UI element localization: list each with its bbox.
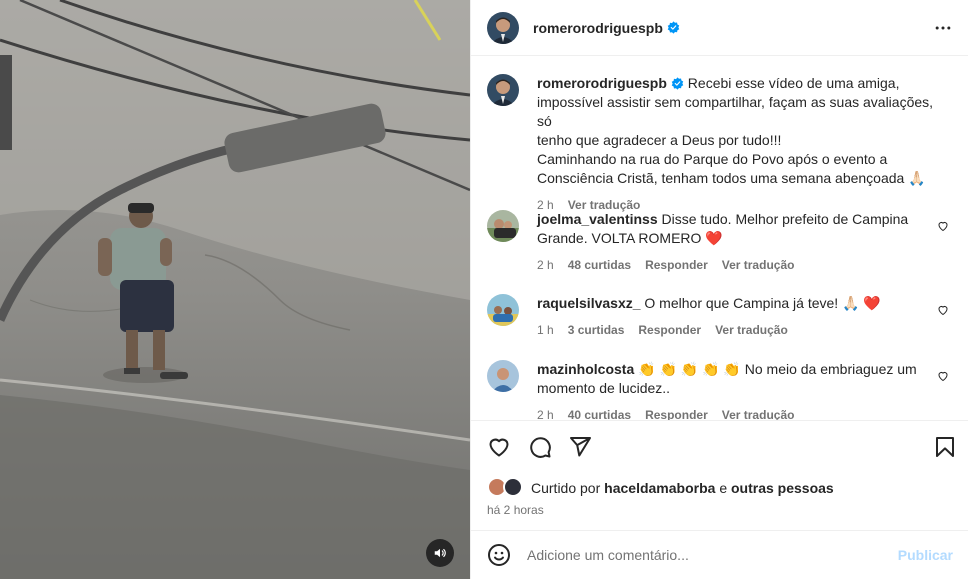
comment-username[interactable]: raquelsilvasxz_ (537, 295, 641, 311)
comments-list[interactable]: romerorodriguespb Recebi esse vídeo de u… (471, 57, 968, 420)
see-translation-link[interactable]: Ver tradução (722, 406, 795, 420)
comment-text: Disse tudo. Melhor prefeito de Campina (661, 211, 909, 227)
liked-by-row: Curtido por haceldamaborba e outras pess… (487, 477, 834, 499)
comment-likes[interactable]: 40 curtidas (568, 406, 631, 420)
reply-link[interactable]: Responder (645, 406, 708, 420)
post-time[interactable]: há 2 horas (487, 503, 544, 517)
comment-time: 1 h (537, 323, 554, 337)
publish-button[interactable]: Publicar (898, 547, 953, 563)
comment-item: joelma_valentinss Disse tudo. Melhor pre… (487, 210, 953, 275)
post-caption: romerorodriguespb Recebi esse vídeo de u… (487, 74, 953, 215)
author-avatar[interactable] (487, 11, 519, 44)
comment-text: Grande. VOLTA ROMERO ❤️ (537, 230, 723, 246)
reply-link[interactable]: Responder (638, 321, 701, 340)
like-heart-icon[interactable] (487, 435, 511, 459)
see-translation-link[interactable]: Ver tradução (715, 321, 788, 340)
save-bookmark-icon[interactable] (933, 435, 957, 459)
verified-badge-icon (671, 77, 684, 90)
comment-time: 2 h (537, 408, 554, 420)
liker-avatar (503, 477, 523, 497)
post-details-panel: romerorodriguespb romerorodriguespb Rece… (470, 0, 968, 579)
commenter-avatar[interactable] (487, 210, 519, 242)
liked-by-avatars[interactable] (487, 477, 525, 499)
comment-item: mazinholcosta 👏 👏 👏 👏 👏 No meio da embri… (487, 360, 953, 420)
post-video[interactable] (0, 0, 470, 579)
caption-text: Consciência Cristã, tenham todos uma sem… (537, 170, 926, 186)
comment-item: raquelsilvasxz_ O melhor que Campina já … (487, 294, 953, 340)
author-avatar[interactable] (487, 74, 519, 106)
comment-text: momento de lucidez.. (537, 380, 671, 396)
liked-by-prefix: Curtido por (531, 480, 601, 496)
caption-text: Recebi esse vídeo de uma amiga, (687, 75, 900, 91)
comment-username[interactable]: joelma_valentinss (537, 211, 658, 227)
emoji-icon[interactable] (487, 543, 511, 567)
comment-icon[interactable] (528, 435, 552, 459)
like-comment-heart-icon[interactable] (937, 220, 949, 232)
see-translation-link[interactable]: Ver tradução (722, 256, 795, 275)
comment-text: O melhor que Campina já teve! 🙏🏻 ❤️ (644, 295, 881, 311)
verified-badge-icon (667, 21, 680, 34)
liked-by-user[interactable]: haceldamaborba (604, 480, 715, 496)
action-bar (471, 420, 968, 472)
caption-text: Caminhando na rua do Parque do Povo após… (537, 151, 888, 167)
share-send-icon[interactable] (568, 435, 592, 459)
post-header: romerorodriguespb (471, 0, 968, 56)
like-comment-heart-icon[interactable] (937, 370, 949, 382)
caption-username[interactable]: romerorodriguespb (537, 75, 667, 91)
commenter-avatar[interactable] (487, 360, 519, 392)
comment-input[interactable] (527, 547, 887, 563)
video-frame (0, 0, 470, 579)
reply-link[interactable]: Responder (645, 256, 708, 275)
liked-by-others[interactable]: outras pessoas (731, 480, 834, 496)
more-options-icon[interactable] (933, 18, 953, 38)
like-comment-heart-icon[interactable] (937, 304, 949, 316)
liked-by-conj: e (719, 480, 728, 496)
caption-text: impossível assistir sem compartilhar, fa… (537, 94, 934, 129)
author-username[interactable]: romerorodriguespb (533, 20, 663, 36)
speaker-icon (434, 548, 446, 558)
comment-time: 2 h (537, 258, 554, 272)
comment-username[interactable]: mazinholcosta (537, 361, 634, 377)
mute-button[interactable] (426, 539, 454, 567)
commenter-avatar[interactable] (487, 294, 519, 326)
caption-text: tenho que agradecer a Deus por tudo!!! (537, 132, 782, 148)
add-comment-bar: Publicar (471, 530, 968, 579)
comment-likes[interactable]: 48 curtidas (568, 256, 631, 275)
comment-likes[interactable]: 3 curtidas (568, 321, 625, 340)
comment-text: 👏 👏 👏 👏 👏 No meio da embriaguez um (638, 361, 917, 377)
